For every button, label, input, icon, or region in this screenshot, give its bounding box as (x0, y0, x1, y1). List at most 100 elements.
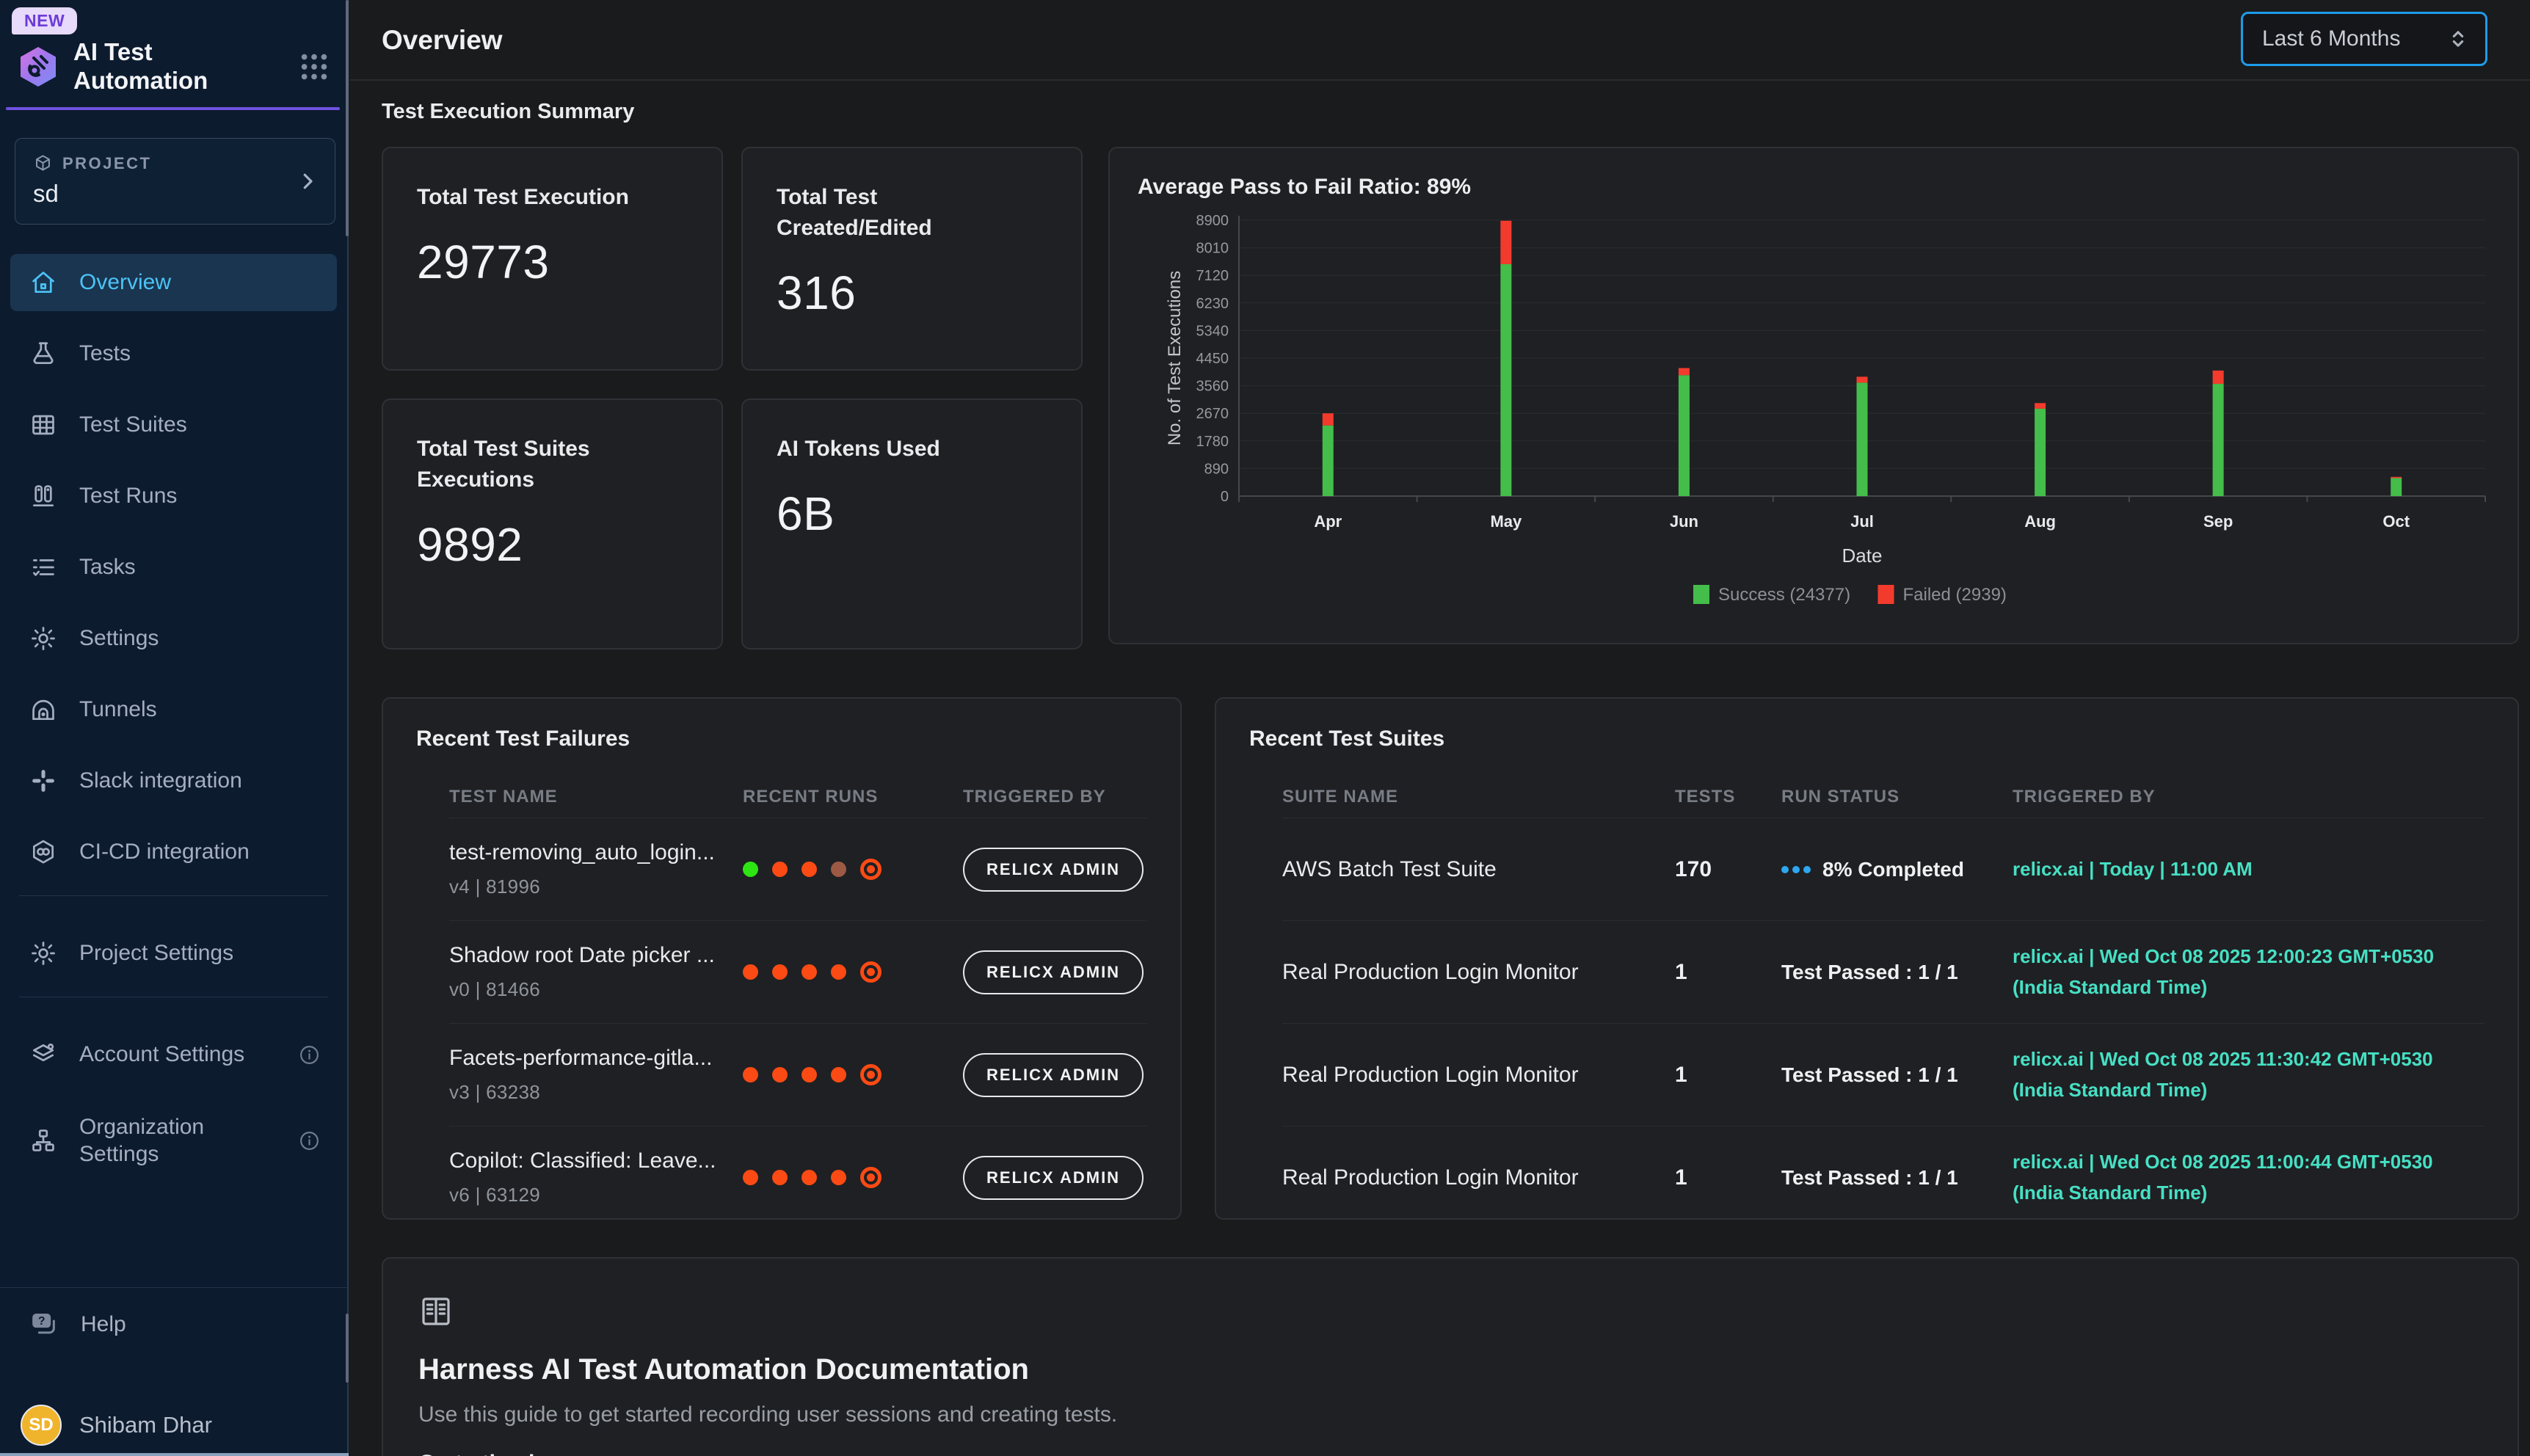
run-status-text: Test Passed : 1 / 1 (1781, 1063, 1958, 1087)
suites-title: Recent Test Suites (1249, 727, 2484, 751)
svg-text:0: 0 (1221, 489, 1229, 505)
column-header: TRIGGERED BY (2013, 787, 2484, 807)
sidebar-item-tunnels[interactable]: Tunnels (10, 681, 337, 738)
suite-row[interactable]: AWS Batch Test Suite 170 8% Completed re… (1282, 818, 2484, 920)
docs-link[interactable]: Go to the docs → (418, 1451, 600, 1456)
user-menu[interactable]: SD Shibam Dhar (21, 1405, 212, 1446)
stat-value: 316 (777, 266, 1047, 320)
stat-value: 9892 (417, 517, 688, 572)
triggered-by: relicx.ai | Today | 11:00 AM (2013, 854, 2484, 885)
sidebar-item-label: Slack integration (79, 767, 242, 795)
project-selector[interactable]: PROJECT sd (15, 138, 335, 225)
unfold-chevrons-icon (2446, 26, 2471, 51)
suite-row[interactable]: Real Production Login Monitor 1 Test Pas… (1282, 1126, 2484, 1228)
svg-text:Jun: Jun (1670, 512, 1698, 531)
sidebar-item-organization-settings[interactable]: Organization Settings (10, 1097, 337, 1184)
triggered-by-button[interactable]: RELICX ADMIN (963, 1156, 1144, 1200)
stat-card-total-test-created-edited: Total Test Created/Edited 316 (741, 147, 1083, 371)
svg-text:Date: Date (1842, 545, 1883, 567)
app-title: AI Test Automation (73, 38, 250, 95)
column-header: RUN STATUS (1781, 787, 2013, 807)
sidebar-item-tasks[interactable]: Tasks (10, 539, 337, 596)
svg-text:?: ? (38, 1315, 46, 1328)
date-range-value: Last 6 Months (2262, 26, 2400, 51)
column-header: TEST NAME (449, 787, 743, 807)
sidebar-item-label: Test Runs (79, 482, 177, 510)
sidebar-item-ci-cd-integration[interactable]: CI-CD integration (10, 823, 337, 881)
svg-text:Sep: Sep (2203, 512, 2233, 531)
svg-text:Apr: Apr (1314, 512, 1342, 531)
svg-text:1780: 1780 (1196, 434, 1229, 450)
run-status-text: Test Passed : 1 / 1 (1781, 961, 1958, 984)
stat-label: AI Tokens Used (777, 434, 1019, 465)
sidebar-item-test-suites[interactable]: Test Suites (10, 396, 337, 454)
failure-row[interactable]: Copilot: Classified: Leave... v6 | 63129… (449, 1126, 1147, 1228)
sidebar-scrollbar-thumb-bottom[interactable] (346, 1314, 349, 1383)
column-header: RECENT RUNS (743, 787, 963, 807)
run-dot-latest-failed-icon (860, 1167, 881, 1188)
stat-value: 6B (777, 487, 1047, 541)
sidebar-bottom-strip (0, 1453, 349, 1456)
avatar: SD (21, 1405, 62, 1446)
run-dot-orange-icon (743, 1067, 758, 1082)
chart-title: Average Pass to Fail Ratio: 89% (1138, 175, 2518, 200)
sidebar-bottom-panel: ? Help SD Shibam Dhar (0, 1287, 347, 1456)
triggered-by-button[interactable]: RELICX ADMIN (963, 950, 1144, 994)
svg-text:2670: 2670 (1196, 406, 1229, 422)
svg-text:890: 890 (1204, 461, 1229, 477)
test-name: Shadow root Date picker ... (449, 943, 721, 968)
failure-row[interactable]: Facets-performance-gitla... v3 | 63238 R… (449, 1023, 1147, 1126)
test-name: Copilot: Classified: Leave... (449, 1149, 721, 1173)
failure-row[interactable]: Shadow root Date picker ... v0 | 81466 R… (449, 920, 1147, 1023)
svg-text:Success (24377): Success (24377) (1718, 585, 1850, 605)
test-version-id: v6 | 63129 (449, 1184, 743, 1206)
svg-text:5340: 5340 (1196, 323, 1229, 339)
suite-tests-count: 170 (1675, 857, 1781, 882)
sidebar-item-test-runs[interactable]: Test Runs (10, 467, 337, 525)
sidebar-item-label: Settings (79, 625, 159, 652)
sidebar-item-settings[interactable]: Settings (10, 610, 337, 667)
sidebar-item-account-settings[interactable]: Account Settings (10, 1026, 337, 1083)
app-grid-icon[interactable] (297, 50, 331, 84)
sidebar-item-label: Project Settings (79, 939, 233, 967)
failure-row[interactable]: test-removing_auto_login... v4 | 81996 R… (449, 818, 1147, 920)
slack-icon (29, 767, 57, 795)
run-status-text: Test Passed : 1 / 1 (1781, 1166, 1958, 1190)
sidebar-item-overview[interactable]: Overview (10, 254, 337, 311)
info-icon[interactable] (298, 1044, 321, 1066)
run-status-text: 8% Completed (1822, 858, 1964, 881)
sidebar-item-label: Tunnels (79, 696, 157, 724)
recent-test-suites-card: Recent Test Suites SUITE NAMETESTSRUN ST… (1215, 697, 2519, 1220)
column-header: TRIGGERED BY (963, 787, 1147, 807)
stat-label: Total Test Execution (417, 182, 659, 213)
sidebar-item-label: CI-CD integration (79, 838, 250, 866)
date-range-select[interactable]: Last 6 Months (2241, 12, 2487, 66)
run-status: Test Passed : 1 / 1 (1781, 1166, 2013, 1190)
sidebar-item-help[interactable]: ? Help (29, 1310, 347, 1339)
test-version-id: v3 | 63238 (449, 1081, 743, 1104)
stat-label: Total Test Suites Executions (417, 434, 659, 495)
svg-text:3560: 3560 (1196, 379, 1229, 395)
flask-icon (29, 340, 57, 368)
sidebar-item-tests[interactable]: Tests (10, 325, 337, 382)
run-dot-latest-failed-icon (860, 961, 881, 983)
pass-fail-bar-chart: 0890178026703560445053406230712080108900… (1138, 207, 2518, 618)
suite-row[interactable]: Real Production Login Monitor 1 Test Pas… (1282, 1023, 2484, 1126)
svg-text:8010: 8010 (1196, 241, 1229, 257)
triggered-by-button[interactable]: RELICX ADMIN (963, 848, 1144, 892)
run-dot-orange-icon (831, 1170, 846, 1185)
svg-text:Oct: Oct (2382, 512, 2410, 531)
app-logo-icon (19, 46, 57, 87)
chevron-right-icon (297, 170, 319, 192)
stat-card-ai-tokens-used: AI Tokens Used 6B (741, 398, 1083, 649)
sidebar-item-project-settings[interactable]: Project Settings (10, 925, 337, 982)
suite-row[interactable]: Real Production Login Monitor 1 Test Pas… (1282, 920, 2484, 1023)
info-icon[interactable] (298, 1129, 321, 1152)
sidebar-item-label: Tasks (79, 553, 136, 581)
sidebar-scrollbar-thumb-top[interactable] (346, 0, 349, 236)
run-dot-orange-icon (772, 1067, 788, 1082)
triggered-by-button[interactable]: RELICX ADMIN (963, 1053, 1144, 1097)
run-dot-latest-failed-icon (860, 859, 881, 880)
layers-icon (29, 1041, 57, 1069)
sidebar-item-slack-integration[interactable]: Slack integration (10, 752, 337, 809)
